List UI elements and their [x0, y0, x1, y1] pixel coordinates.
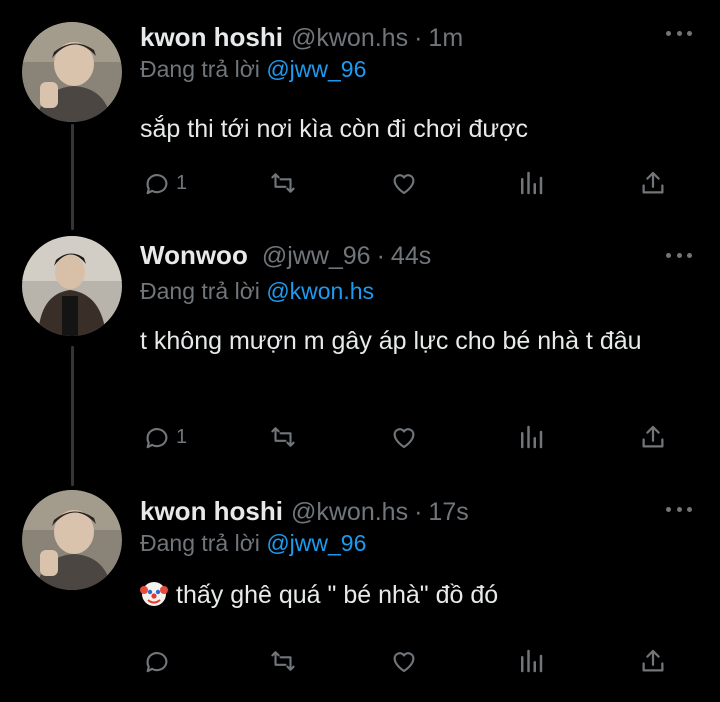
author-name[interactable]: kwon hoshi	[140, 496, 283, 527]
reply-button[interactable]: 1	[142, 422, 187, 452]
tweet-text-content: thấy ghê quá " bé nhà" đồ đó	[176, 581, 499, 609]
author-name[interactable]: Wonwoo	[140, 240, 248, 271]
tweet-text: thấy ghê quá " bé nhà" đồ đó	[140, 576, 680, 614]
tweet[interactable]: Wonwoo @jww_96 · 44s Đang trả lời @kwon.…	[0, 236, 720, 486]
tweet-header: Wonwoo @jww_96 · 44s	[140, 240, 431, 276]
reply-icon	[146, 174, 168, 195]
timestamp[interactable]: 17s	[428, 498, 468, 527]
like-button[interactable]	[389, 646, 419, 676]
avatar[interactable]	[22, 22, 122, 122]
replying-to-link[interactable]: @jww_96	[266, 56, 366, 82]
person-photo-avatar-icon	[22, 22, 122, 122]
person-photo-avatar-icon	[22, 490, 122, 590]
tweet-actions: 1	[140, 168, 680, 202]
like-button[interactable]	[389, 422, 419, 452]
reply-count: 1	[176, 425, 188, 448]
reply-button[interactable]	[142, 646, 176, 676]
more-icon[interactable]	[666, 250, 692, 260]
replying-to: Đang trả lời @jww_96	[140, 530, 366, 557]
retweet-icon	[271, 427, 295, 447]
timestamp[interactable]: 1m	[428, 24, 463, 53]
reply-icon	[146, 652, 168, 673]
clown-face-emoji-icon	[140, 582, 168, 606]
replying-prefix: Đang trả lời	[140, 56, 260, 82]
avatar[interactable]	[22, 490, 122, 590]
replying-prefix: Đang trả lời	[140, 530, 260, 556]
tweet-header: kwon hoshi @kwon.hs · 1m	[140, 22, 463, 58]
views-button[interactable]	[516, 422, 546, 452]
time-separator: ·	[414, 498, 423, 526]
tweet-header: kwon hoshi @kwon.hs · 17s	[140, 496, 469, 532]
reply-icon	[146, 428, 168, 449]
retweet-button[interactable]	[268, 422, 298, 452]
tweet[interactable]: kwon hoshi @kwon.hs · 17s Đang trả lời @…	[0, 490, 720, 690]
like-icon	[393, 652, 415, 673]
like-button[interactable]	[389, 168, 419, 198]
reply-button[interactable]: 1	[142, 168, 187, 198]
retweet-button[interactable]	[268, 646, 298, 676]
retweet-button[interactable]	[268, 168, 298, 198]
replying-to-link[interactable]: @jww_96	[266, 530, 366, 556]
share-icon	[642, 425, 664, 448]
views-icon	[521, 425, 543, 449]
views-button[interactable]	[516, 646, 546, 676]
share-button[interactable]	[638, 168, 668, 198]
more-icon[interactable]	[666, 504, 692, 514]
author-handle[interactable]: @jww_96	[262, 242, 371, 271]
author-handle[interactable]: @kwon.hs	[291, 498, 408, 527]
tweet-actions: 1	[140, 422, 680, 456]
avatar[interactable]	[22, 236, 122, 336]
views-button[interactable]	[516, 168, 546, 198]
share-icon	[642, 649, 664, 672]
share-icon	[642, 171, 664, 194]
tweet-text: sắp thi tới nơi kìa còn đi chơi được	[140, 115, 529, 143]
like-icon	[393, 174, 415, 195]
retweet-icon	[271, 173, 295, 193]
replying-to: Đang trả lời @jww_96	[140, 56, 366, 83]
author-name[interactable]: kwon hoshi	[140, 22, 283, 53]
reply-count: 1	[176, 171, 188, 194]
more-icon[interactable]	[666, 28, 692, 38]
views-icon	[521, 171, 543, 195]
share-button[interactable]	[638, 422, 668, 452]
replying-to-link[interactable]: @kwon.hs	[266, 278, 374, 304]
replying-to: Đang trả lời @kwon.hs	[140, 278, 374, 305]
like-icon	[393, 428, 415, 449]
tweet[interactable]: kwon hoshi @kwon.hs · 1m Đang trả lời @j…	[0, 22, 720, 222]
share-button[interactable]	[638, 646, 668, 676]
author-handle[interactable]: @kwon.hs	[291, 24, 408, 53]
time-separator: ·	[414, 24, 423, 52]
timestamp[interactable]: 44s	[391, 242, 431, 271]
tweet-text: t không mượn m gây áp lực cho bé nhà t đ…	[140, 327, 642, 355]
tweet-actions	[140, 646, 680, 680]
time-separator: ·	[376, 242, 385, 270]
replying-prefix: Đang trả lời	[140, 278, 260, 304]
views-icon	[521, 649, 543, 673]
retweet-icon	[271, 651, 295, 671]
person-photo-avatar-icon	[22, 236, 122, 336]
